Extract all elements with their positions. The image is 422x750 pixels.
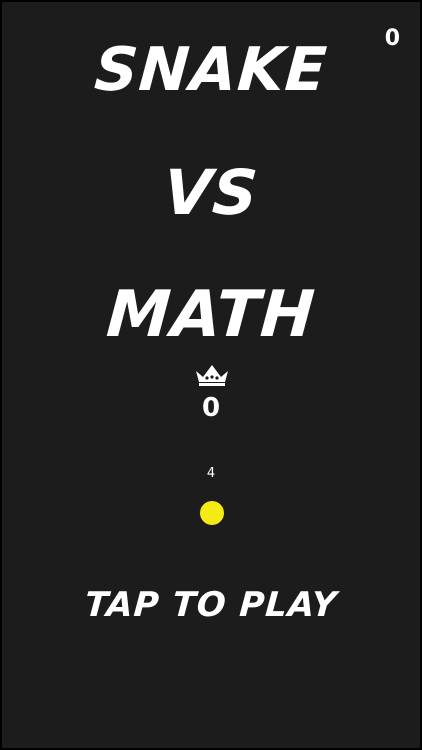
- crown-icon: [196, 365, 228, 386]
- best-score: 0: [201, 393, 221, 423]
- tap-to-play-button[interactable]: TAP TO PLAY: [2, 585, 420, 625]
- snake-length: 4: [206, 466, 216, 481]
- title-math: MATH: [104, 278, 318, 352]
- snake-head: [200, 501, 224, 525]
- title-vs: VS: [161, 156, 261, 229]
- game-screen[interactable]: 0 SNAKE VS MATH 0 4 TAP TO PLAY: [0, 0, 422, 750]
- title-snake: SNAKE: [92, 35, 330, 105]
